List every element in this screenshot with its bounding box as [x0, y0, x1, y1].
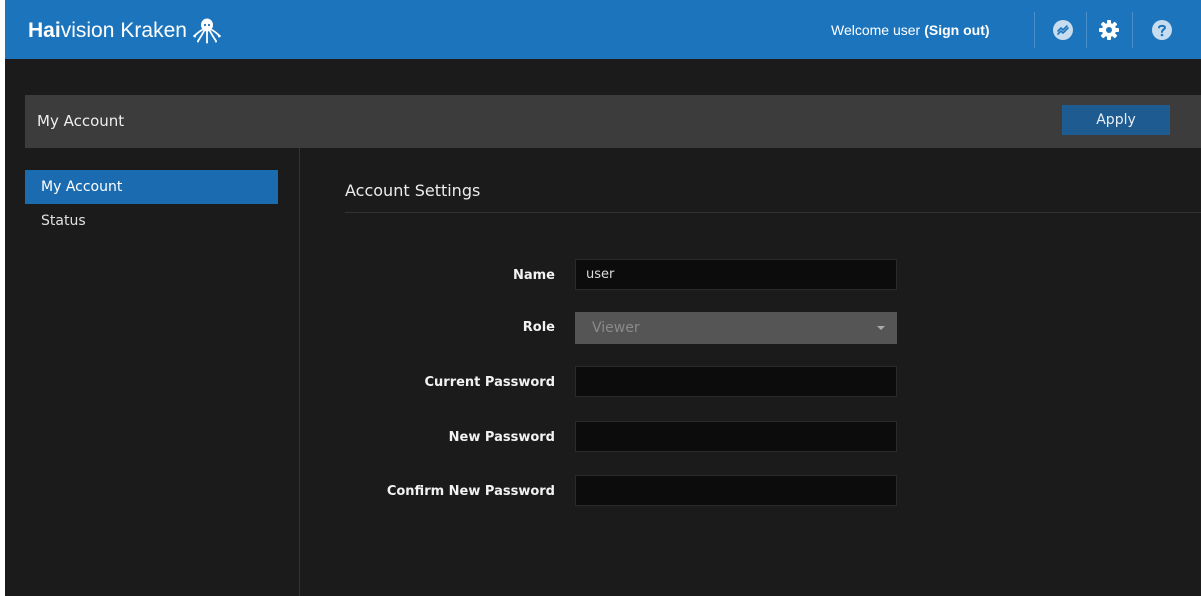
help-icon[interactable]	[1150, 18, 1174, 42]
topbar-separator	[1034, 12, 1035, 48]
brand-hai: Hai	[28, 19, 61, 42]
role-selected-value: Viewer	[592, 320, 640, 336]
role-label: Role	[522, 320, 555, 335]
brand-product: Kraken	[120, 19, 187, 42]
top-bar: Hai vision Kraken Welcome user (Sign out)	[5, 0, 1201, 59]
gear-icon[interactable]	[1097, 18, 1121, 42]
page-title: My Account	[37, 112, 125, 130]
new-password-input[interactable]	[575, 421, 897, 452]
confirm-password-label: Confirm New Password	[386, 484, 555, 499]
topbar-separator	[1132, 12, 1133, 48]
new-password-label: New Password	[448, 430, 555, 445]
octopus-logo-icon	[193, 18, 221, 44]
page-title-bar: My Account Apply	[25, 95, 1201, 148]
signout-link[interactable]: Sign out	[929, 22, 985, 38]
brand-logo[interactable]: Hai vision Kraken	[28, 17, 222, 45]
name-label: Name	[512, 268, 555, 283]
welcome-area: Welcome user (Sign out)	[831, 0, 990, 59]
brand-vision: vision	[60, 19, 115, 42]
sync-status-icon[interactable]	[1051, 18, 1075, 42]
chevron-down-icon	[877, 326, 885, 330]
topbar-separator	[1086, 12, 1087, 48]
section-divider	[345, 212, 1201, 213]
signout-close-paren: )	[984, 21, 990, 38]
role-select[interactable]: Viewer	[575, 312, 897, 344]
current-password-label: Current Password	[424, 375, 555, 390]
sidebar-item-my-account[interactable]: My Account	[25, 170, 278, 204]
sidebar-item-status[interactable]: Status	[25, 204, 278, 238]
current-password-input[interactable]	[575, 366, 897, 397]
app-frame: Hai vision Kraken Welcome user (Sign out)	[5, 0, 1201, 596]
name-input[interactable]	[575, 259, 897, 290]
welcome-text: Welcome user	[831, 21, 921, 38]
section-title: Account Settings	[345, 181, 481, 200]
apply-button[interactable]: Apply	[1062, 105, 1170, 135]
sidebar: My Account Status	[25, 148, 300, 596]
confirm-password-input[interactable]	[575, 475, 897, 506]
